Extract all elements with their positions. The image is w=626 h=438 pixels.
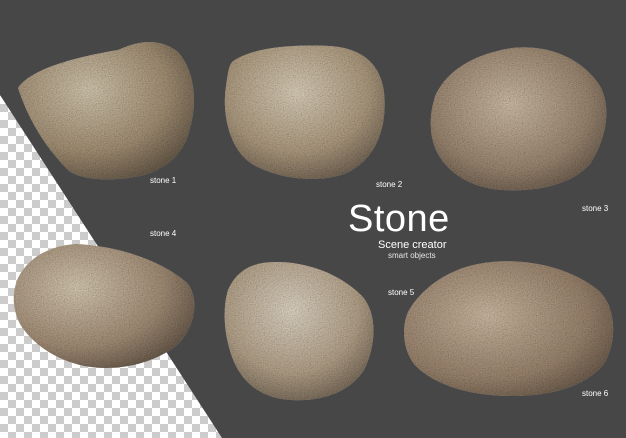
- stones-illustration: [13, 42, 614, 401]
- stone-3-label: stone 3: [582, 204, 609, 213]
- stone-1-label: stone 1: [150, 176, 177, 185]
- stone-4-label: stone 4: [150, 229, 177, 238]
- page-title: Stone: [348, 198, 450, 240]
- stone-5-label: stone 5: [388, 288, 415, 297]
- subtitle: Scene creator: [378, 239, 447, 251]
- transparent-canvas: stone 1 stone 2 stone 3 stone 4 stone 5 …: [0, 0, 626, 438]
- sub-subtitle: smart objects: [388, 251, 436, 260]
- stone-6-label: stone 6: [582, 389, 609, 398]
- stone-2-label: stone 2: [376, 180, 403, 189]
